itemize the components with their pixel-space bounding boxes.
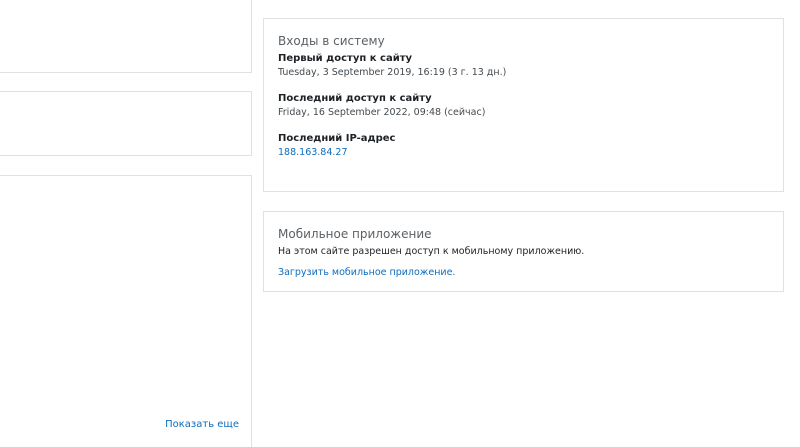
first-access-label: Первый доступ к сайту bbox=[278, 53, 413, 64]
left-card-bottom: Показать еще bbox=[0, 175, 252, 447]
download-mobile-app-link[interactable]: Загрузить мобильное приложение. bbox=[278, 267, 455, 278]
mobile-app-card: Мобильное приложение На этом сайте разре… bbox=[263, 211, 784, 292]
mobile-app-description: На этом сайте разрешен доступ к мобильно… bbox=[278, 246, 585, 257]
last-access-label: Последний доступ к сайту bbox=[278, 93, 432, 104]
profile-page: Показать еще Входы в систему Первый дост… bbox=[0, 0, 800, 447]
show-more-link[interactable]: Показать еще bbox=[165, 419, 239, 430]
last-ip-label: Последний IP-адрес bbox=[278, 133, 396, 144]
last-ip-link[interactable]: 188.163.84.27 bbox=[278, 147, 769, 158]
mobile-app-title: Мобильное приложение bbox=[278, 227, 432, 241]
left-column: Показать еще bbox=[0, 0, 252, 447]
login-activity-title: Входы в систему bbox=[278, 34, 385, 48]
left-card-middle bbox=[0, 91, 252, 156]
last-access-value: Friday, 16 September 2022, 09:48 (сейчас… bbox=[278, 107, 486, 118]
left-card-top bbox=[0, 0, 252, 73]
first-access-value: Tuesday, 3 September 2019, 16:19 (3 г. 1… bbox=[278, 67, 507, 78]
login-activity-card: Входы в систему Первый доступ к сайту Tu… bbox=[263, 18, 784, 192]
